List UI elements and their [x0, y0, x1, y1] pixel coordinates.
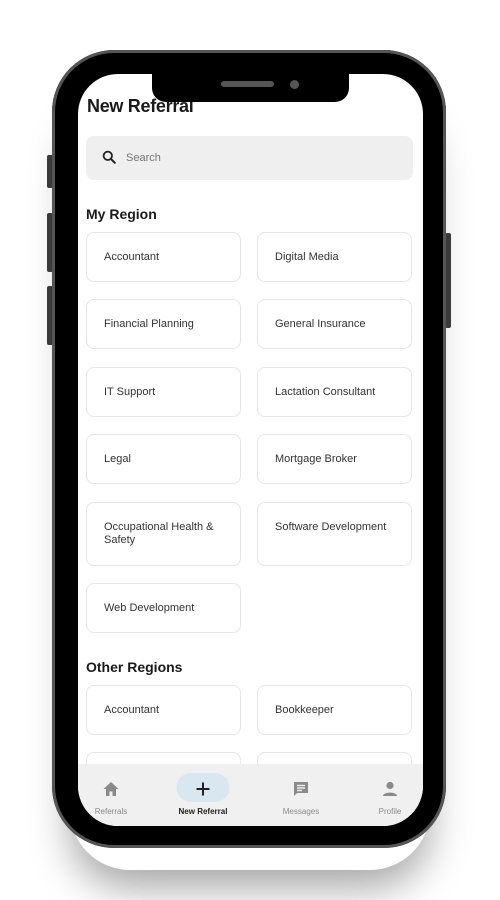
category-label: Occupational Health & Safety — [104, 521, 214, 546]
app-screen: New Referral My Region Accountant Digita… — [78, 74, 423, 826]
category-label: Legal — [104, 453, 131, 465]
nav-label: Profile — [378, 807, 402, 816]
category-card[interactable]: Accountant — [86, 232, 241, 282]
nav-item-referrals[interactable]: Referrals — [78, 764, 146, 826]
message-icon — [294, 782, 308, 796]
category-card[interactable]: IT Support — [86, 367, 241, 417]
category-card[interactable]: Legal — [86, 434, 241, 484]
category-label: Accountant — [104, 704, 160, 716]
category-card[interactable]: Lactation Consultant — [257, 367, 412, 417]
speaker — [221, 81, 274, 87]
front-camera — [290, 80, 299, 89]
nav-item-new-referral[interactable]: New Referral — [168, 764, 238, 826]
category-card[interactable]: General Insurance — [257, 299, 412, 349]
search-icon — [102, 150, 116, 164]
category-card[interactable]: Software Development — [257, 502, 412, 566]
category-label: Lactation Consultant — [275, 386, 376, 398]
nav-item-messages[interactable]: Messages — [266, 764, 336, 826]
plus-icon — [196, 782, 210, 796]
category-label: Mortgage Broker — [275, 453, 357, 465]
category-label: Web Development — [104, 602, 195, 614]
category-label: Bookkeeper — [275, 704, 334, 716]
notch — [152, 74, 349, 102]
nav-label: New Referral — [178, 807, 228, 816]
category-card[interactable]: Mortgage Broker — [257, 434, 412, 484]
category-label: Software Development — [275, 521, 387, 533]
person-icon — [383, 781, 397, 796]
section-title-my-region: My Region — [86, 206, 157, 222]
home-icon — [103, 782, 119, 796]
nav-item-profile[interactable]: Profile — [355, 764, 423, 826]
category-label: Digital Media — [275, 251, 339, 263]
nav-label: Messages — [282, 807, 320, 816]
category-card[interactable]: Occupational Health & Safety — [86, 502, 241, 566]
search-input[interactable] — [126, 136, 386, 180]
category-label: Accountant — [104, 251, 160, 263]
nav-label: Referrals — [94, 807, 128, 816]
category-card[interactable]: Bookkeeper — [257, 685, 412, 735]
category-card[interactable]: Digital Media — [257, 232, 412, 282]
category-card[interactable]: Accountant — [86, 685, 241, 735]
section-title-other-regions: Other Regions — [86, 659, 183, 675]
category-label: IT Support — [104, 386, 156, 398]
bottom-nav: Referrals New Referral Messages Profile — [78, 764, 423, 826]
category-card[interactable]: Web Development — [86, 583, 241, 633]
category-label: Financial Planning — [104, 318, 194, 330]
category-label: General Insurance — [275, 318, 366, 330]
category-card[interactable]: Financial Planning — [86, 299, 241, 349]
search-bar[interactable] — [86, 136, 413, 180]
